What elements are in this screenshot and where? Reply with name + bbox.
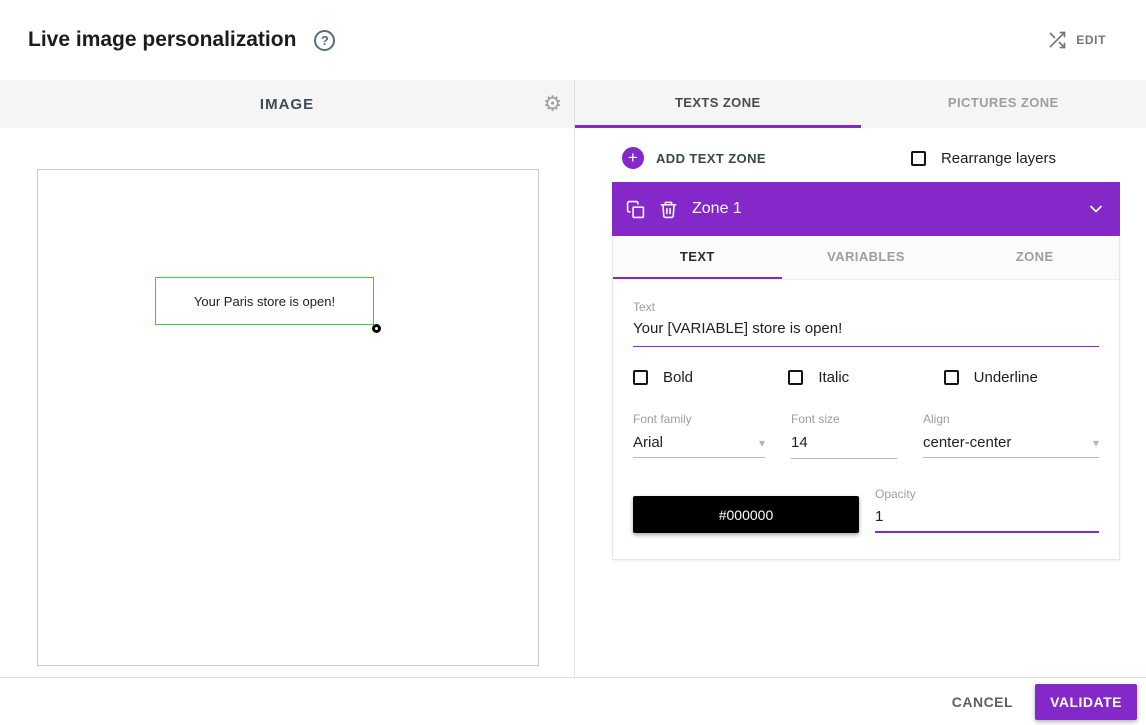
bold-toggle[interactable]: Bold: [633, 369, 788, 386]
live-image-personalization-app: Live image personalization ? EDIT IMAGE …: [0, 0, 1146, 725]
text-field-group: Text: [633, 300, 1099, 347]
edit-button[interactable]: EDIT: [1041, 29, 1112, 51]
edit-label: EDIT: [1076, 33, 1106, 47]
plus-icon: +: [622, 147, 644, 169]
align-group: Align center-center ▾: [923, 412, 1099, 459]
zone-title: Zone 1: [692, 200, 742, 218]
bold-checkbox[interactable]: [633, 370, 648, 385]
italic-checkbox[interactable]: [788, 370, 803, 385]
image-panel: IMAGE ⚙ Your Paris store is open!: [0, 80, 575, 677]
page-title: Live image personalization: [28, 28, 296, 52]
zone-panel: TEXT VARIABLES ZONE Text Bold: [612, 236, 1120, 560]
app-header: Live image personalization ? EDIT: [0, 0, 1146, 80]
tab-text[interactable]: TEXT: [613, 236, 782, 279]
font-size-group: Font size: [791, 412, 897, 459]
opacity-group: Opacity: [875, 487, 1099, 533]
bold-label: Bold: [663, 369, 693, 386]
copy-icon: [626, 200, 645, 219]
header-title-group: Live image personalization ?: [28, 28, 335, 52]
zones-panel: TEXTS ZONE PICTURES ZONE + ADD TEXT ZONE…: [575, 80, 1146, 677]
rearrange-layers-checkbox[interactable]: [911, 151, 926, 166]
delete-zone-button[interactable]: [659, 200, 678, 219]
help-icon[interactable]: ?: [314, 30, 335, 51]
font-size-input[interactable]: [791, 434, 897, 459]
rearrange-layers-label: Rearrange layers: [941, 150, 1056, 167]
italic-toggle[interactable]: Italic: [788, 369, 943, 386]
zone-inner-tab-bar: TEXT VARIABLES ZONE: [613, 236, 1119, 280]
zone-card: Zone 1 TEXT VARIABLES ZONE: [612, 182, 1120, 560]
shuffle-icon: [1047, 30, 1067, 50]
font-family-select[interactable]: Arial ▾: [633, 434, 765, 458]
zone-actions-row: + ADD TEXT ZONE Rearrange layers: [622, 147, 1056, 169]
image-canvas[interactable]: Your Paris store is open!: [37, 169, 539, 666]
chevron-down-icon: ▾: [759, 436, 765, 450]
text-field-label: Text: [633, 300, 1099, 314]
font-size-label: Font size: [791, 412, 897, 426]
chevron-down-icon: ▾: [1093, 436, 1099, 450]
canvas-text-zone[interactable]: Your Paris store is open!: [155, 277, 374, 325]
rearrange-layers-toggle[interactable]: Rearrange layers: [911, 150, 1056, 167]
underline-checkbox[interactable]: [944, 370, 959, 385]
image-panel-header: IMAGE ⚙: [0, 80, 574, 128]
align-value: center-center: [923, 434, 1011, 451]
font-family-value: Arial: [633, 434, 663, 451]
image-panel-title: IMAGE: [260, 96, 314, 113]
align-label: Align: [923, 412, 1099, 426]
trash-icon: [659, 200, 678, 219]
tab-pictures-zone[interactable]: PICTURES ZONE: [861, 80, 1146, 128]
tab-texts-zone[interactable]: TEXTS ZONE: [575, 80, 861, 128]
italic-label: Italic: [818, 369, 849, 386]
text-input[interactable]: [633, 314, 1099, 347]
underline-label: Underline: [974, 369, 1038, 386]
main-area: IMAGE ⚙ Your Paris store is open! TEXTS …: [0, 80, 1146, 677]
opacity-label: Opacity: [875, 487, 1099, 501]
text-style-row: Bold Italic Underline: [633, 369, 1099, 386]
zones-tab-bar: TEXTS ZONE PICTURES ZONE: [575, 80, 1146, 128]
canvas-text: Your Paris store is open!: [194, 294, 335, 309]
add-text-zone-label: ADD TEXT ZONE: [656, 151, 766, 166]
duplicate-zone-button[interactable]: [626, 200, 645, 219]
align-select[interactable]: center-center ▾: [923, 434, 1099, 458]
footer-bar: CANCEL VALIDATE: [0, 677, 1146, 725]
tab-zone[interactable]: ZONE: [950, 236, 1119, 279]
color-opacity-row: #000000 Opacity: [633, 487, 1099, 533]
font-settings-row: Font family Arial ▾ Font size: [633, 412, 1099, 459]
gear-icon[interactable]: ⚙: [543, 94, 562, 115]
font-family-label: Font family: [633, 412, 765, 426]
color-picker-button[interactable]: #000000: [633, 496, 859, 533]
cancel-button[interactable]: CANCEL: [936, 684, 1029, 720]
font-family-group: Font family Arial ▾: [633, 412, 765, 459]
canvas-area: Your Paris store is open!: [0, 128, 574, 677]
chevron-down-icon[interactable]: [1086, 199, 1106, 219]
validate-button[interactable]: VALIDATE: [1035, 684, 1137, 720]
underline-toggle[interactable]: Underline: [944, 369, 1099, 386]
add-text-zone-button[interactable]: + ADD TEXT ZONE: [622, 147, 766, 169]
zone-header[interactable]: Zone 1: [612, 182, 1120, 236]
tab-variables[interactable]: VARIABLES: [782, 236, 951, 279]
opacity-input[interactable]: [875, 508, 1099, 533]
zone-text-settings: Text Bold Italic: [613, 280, 1119, 559]
resize-handle[interactable]: [372, 324, 381, 333]
